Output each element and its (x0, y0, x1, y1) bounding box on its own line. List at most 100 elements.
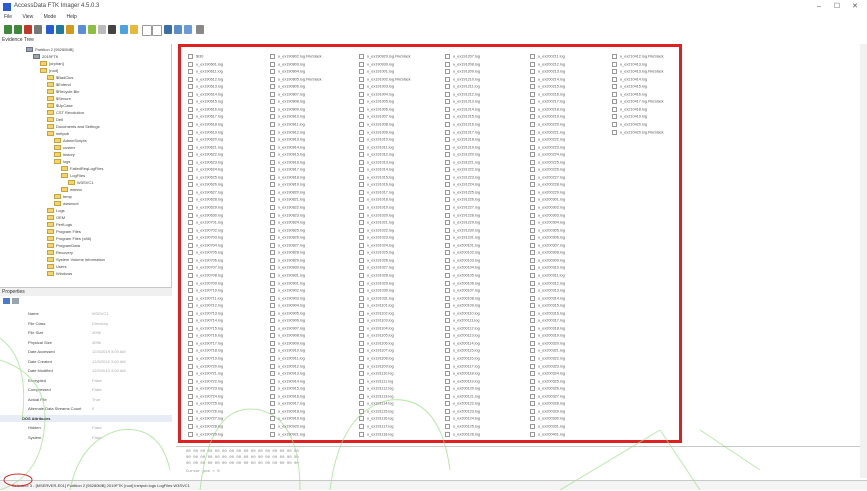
file-entry[interactable]: u_ex190919.log (270, 416, 346, 422)
file-entry[interactable]: u_ex200307.log (530, 242, 606, 248)
file-entry[interactable]: u_ex190726.log (188, 408, 264, 414)
tree-item[interactable]: AdminScripts (54, 137, 87, 144)
file-entry[interactable]: u_ex190615.log (188, 99, 264, 105)
file-entry[interactable]: u_ex190818.log (270, 174, 346, 180)
file-entry[interactable]: u_ex191114.log (359, 401, 435, 407)
file-checkbox[interactable] (359, 91, 364, 97)
file-checkbox[interactable] (445, 242, 450, 248)
file-checkbox[interactable] (359, 348, 364, 354)
file-checkbox[interactable] (530, 189, 535, 195)
file-entry[interactable]: u_ex200330.log (530, 416, 606, 422)
file-checkbox[interactable] (445, 137, 450, 143)
file-entry[interactable]: u_ex190929.log.FileSlack (359, 54, 435, 59)
file-entry[interactable]: u_ex191212.log (445, 91, 521, 97)
file-checkbox[interactable] (359, 371, 364, 377)
obtain-protected-files-icon[interactable] (98, 25, 106, 34)
file-checkbox[interactable] (188, 265, 193, 271)
file-entry[interactable]: u_ex190921.log (270, 431, 346, 437)
file-checkbox[interactable] (530, 363, 535, 369)
property-row[interactable]: Encrypted False (0, 377, 172, 384)
file-entry[interactable]: u_ex191116.log (359, 416, 435, 422)
file-entry[interactable]: u_ex190717.log (188, 340, 264, 346)
file-entry[interactable]: u_ex191014.log (359, 167, 435, 173)
file-entry[interactable]: u_ex200306.log (530, 235, 606, 241)
file-checkbox[interactable] (530, 84, 535, 90)
file-entry[interactable]: u_ex190813.log (270, 137, 346, 143)
file-checkbox[interactable] (359, 197, 364, 203)
file-entry[interactable]: u_ex191107.log (359, 348, 435, 354)
file-entry[interactable]: u_ex191003.log (359, 84, 435, 90)
file-checkbox[interactable] (612, 114, 617, 120)
file-entry[interactable]: u_ex190706.log (188, 257, 264, 263)
file-entry[interactable]: u_ex190810.log (270, 114, 346, 120)
file-entry[interactable]: u_ex191007.log (359, 114, 435, 120)
file-entry[interactable]: u_ex190712.log (188, 303, 264, 309)
file-entry[interactable]: u_ex191210.log (445, 76, 521, 82)
property-row[interactable]: Actual File True (0, 396, 172, 403)
file-entry[interactable]: u_ex191025.log (359, 250, 435, 256)
tree-item[interactable]: CST Revolution (47, 109, 84, 116)
file-entry[interactable]: u_ex190825.log (270, 227, 346, 233)
tree-item[interactable]: Recovery (47, 249, 73, 256)
file-entry[interactable]: u_ex200227.log (530, 174, 606, 180)
file-entry[interactable]: u_ex191022.log (359, 227, 435, 233)
tree-item[interactable]: Windows (47, 270, 72, 277)
file-entry[interactable]: u_ex200120.log (445, 386, 521, 392)
file-entry[interactable]: u_ex200315.log (530, 303, 606, 309)
file-checkbox[interactable] (359, 423, 364, 429)
file-checkbox[interactable] (530, 416, 535, 422)
file-entry[interactable]: u_ex191224.log (445, 182, 521, 188)
file-entry[interactable]: u_ex191223.log (445, 174, 521, 180)
file-entry[interactable]: u_ex191006.log (359, 106, 435, 112)
file-entry[interactable]: u_ex200211.log (530, 54, 606, 59)
file-entry[interactable]: u_ex200229.log (530, 189, 606, 195)
file-checkbox[interactable] (445, 212, 450, 218)
file-entry[interactable]: u_ex200105.log (445, 272, 521, 278)
file-checkbox[interactable] (270, 280, 275, 286)
tree-item[interactable]: PerfLogs (47, 221, 72, 228)
file-checkbox[interactable] (612, 91, 617, 97)
file-checkbox[interactable] (270, 61, 275, 67)
file-checkbox[interactable] (359, 54, 364, 59)
file-checkbox[interactable] (270, 325, 275, 331)
file-entry[interactable]: u_ex190802.log.FileSlack (270, 54, 346, 59)
file-checkbox[interactable] (530, 220, 535, 226)
file-checkbox[interactable] (445, 257, 450, 263)
file-entry[interactable]: u_ex191024.log (359, 242, 435, 248)
file-checkbox[interactable] (530, 205, 535, 210)
file-checkbox[interactable] (359, 76, 364, 82)
tree-item[interactable]: Program Files (47, 228, 81, 235)
file-entry[interactable]: u_ex200117.log (445, 363, 521, 369)
file-entry[interactable]: u_ex200102.log (445, 250, 521, 256)
file-entry[interactable]: u_ex191011.log (359, 144, 435, 150)
auto-view-icon[interactable] (174, 25, 182, 34)
file-entry[interactable]: u_ex190824.log (270, 220, 346, 226)
file-checkbox[interactable] (359, 205, 364, 210)
file-entry[interactable]: u_ex190624.log (188, 167, 264, 173)
minimize-button[interactable]: – (812, 2, 826, 12)
file-entry[interactable]: u_ex190716.log (188, 333, 264, 339)
file-checkbox[interactable] (188, 386, 193, 392)
file-checkbox[interactable] (188, 272, 193, 278)
file-entry[interactable]: u_ex200327.log (530, 393, 606, 399)
file-checkbox[interactable] (188, 212, 193, 218)
file-entry[interactable]: u_ex190614.log (188, 91, 264, 97)
file-entry[interactable]: u_ex200304.log (530, 220, 606, 226)
file-checkbox[interactable] (188, 189, 193, 195)
file-checkbox[interactable] (445, 348, 450, 354)
file-checkbox[interactable] (359, 220, 364, 226)
file-entry[interactable]: u_ex200226.log (530, 167, 606, 173)
file-entry[interactable]: u_ex200324.log (530, 371, 606, 377)
file-checkbox[interactable] (270, 114, 275, 120)
file-entry[interactable]: u_ex200218.log (530, 106, 606, 112)
file-entry[interactable]: u_ex190809.log (270, 106, 346, 112)
file-checkbox[interactable] (530, 69, 535, 75)
tree-item[interactable]: $Secure (47, 95, 71, 102)
file-entry[interactable]: u_ex190702.log (188, 227, 264, 233)
file-entry[interactable]: u_ex210417.log.FileSlack (612, 99, 688, 105)
file-checkbox[interactable] (445, 91, 450, 97)
file-entry[interactable]: u_ex200220.log (530, 121, 606, 127)
file-entry[interactable]: u_ex190906.log (270, 318, 346, 324)
file-checkbox[interactable] (188, 54, 193, 59)
verify-icon[interactable] (120, 25, 128, 34)
